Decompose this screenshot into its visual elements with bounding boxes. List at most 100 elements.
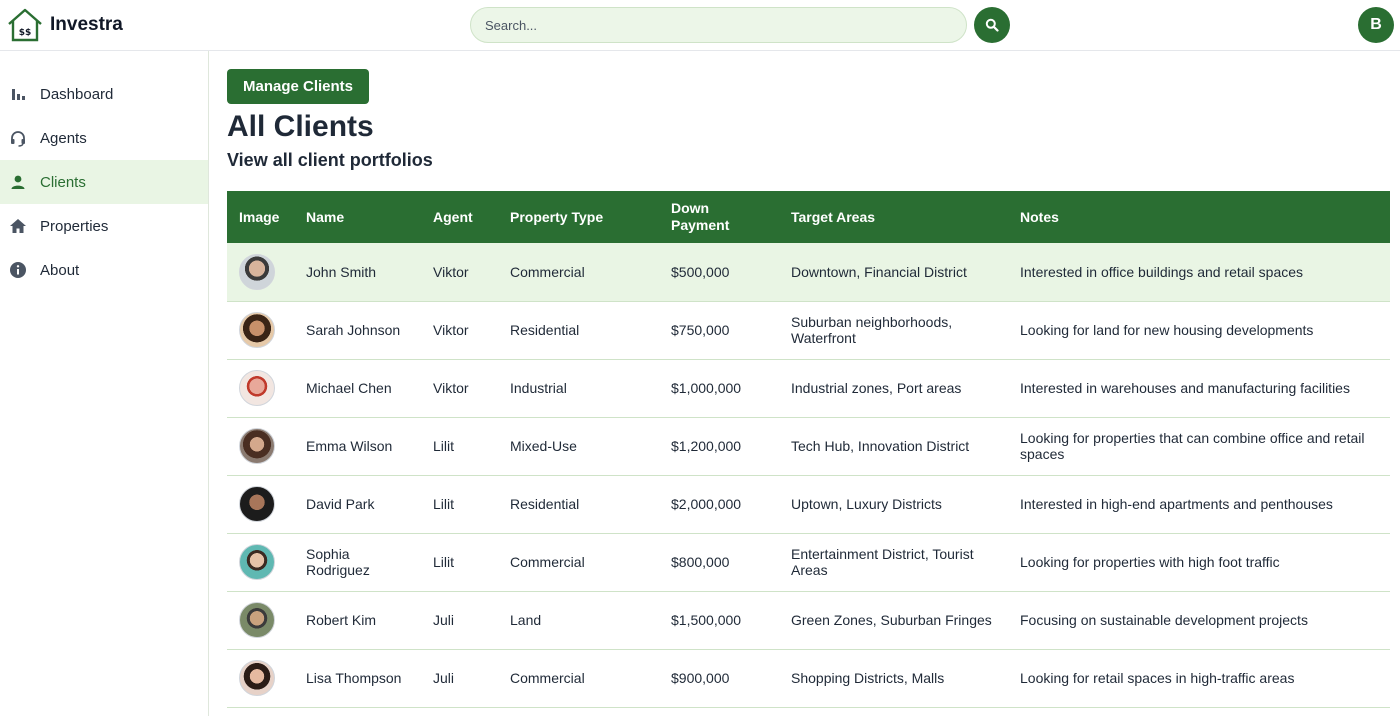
cell-image bbox=[227, 243, 294, 301]
column-header-property-type[interactable]: Property Type bbox=[498, 191, 659, 243]
sidebar-item-properties[interactable]: Properties bbox=[0, 204, 208, 248]
clients-table: Image Name Agent Property Type Down Paym… bbox=[227, 191, 1390, 708]
main-content: Manage Clients All Clients View all clie… bbox=[227, 69, 1390, 708]
sidebar-item-label: About bbox=[40, 261, 80, 279]
cell-notes: Interested in high-end apartments and pe… bbox=[1020, 496, 1333, 512]
cell-target-areas: Tech Hub, Innovation District bbox=[791, 438, 970, 454]
column-header-agent[interactable]: Agent bbox=[421, 191, 498, 243]
cell-agent: Viktor bbox=[433, 263, 469, 280]
cell-name: Emma Wilson bbox=[306, 438, 393, 454]
client-avatar bbox=[239, 660, 275, 696]
client-avatar bbox=[239, 486, 275, 522]
cell-notes: Interested in warehouses and manufacturi… bbox=[1020, 380, 1350, 396]
cell-target-areas: Uptown, Luxury Districts bbox=[791, 496, 942, 512]
client-avatar bbox=[239, 602, 275, 638]
column-header-notes[interactable]: Notes bbox=[1008, 191, 1390, 243]
client-avatar bbox=[239, 544, 275, 580]
table-row[interactable]: Robert Kim Juli Land $1,500,000 Green Zones,… bbox=[227, 591, 1390, 649]
sidebar: Dashboard Agents Clients Properties Abou… bbox=[0, 51, 209, 716]
cell-notes: Looking for properties with high foot tr… bbox=[1020, 554, 1280, 570]
cell-notes: Looking for properties that can combine … bbox=[1020, 430, 1365, 462]
client-avatar bbox=[239, 312, 275, 348]
cell-target-areas: Industrial zones, Port areas bbox=[791, 380, 962, 396]
cell-name: Robert Kim bbox=[306, 612, 377, 628]
house-logo-icon: $$ bbox=[8, 8, 42, 42]
column-header-image[interactable]: Image bbox=[227, 191, 294, 243]
cell-property-type: Industrial bbox=[510, 380, 567, 396]
cell-target-areas: Downtown, Financial District bbox=[791, 263, 967, 280]
cell-agent: Lilit bbox=[433, 554, 455, 570]
cell-image bbox=[227, 649, 294, 707]
cell-image bbox=[227, 475, 294, 533]
cell-down-payment: $800,000 bbox=[671, 554, 730, 570]
cell-down-payment: $1,200,000 bbox=[671, 438, 742, 454]
cell-image bbox=[227, 533, 294, 591]
sidebar-item-label: Clients bbox=[40, 173, 86, 191]
table-header-row: Image Name Agent Property Type Down Paym… bbox=[227, 191, 1390, 243]
cell-property-type: Commercial bbox=[510, 554, 585, 570]
cell-agent: Lilit bbox=[433, 438, 455, 454]
user-avatar[interactable]: B bbox=[1358, 7, 1394, 43]
cell-name: David Park bbox=[306, 496, 375, 512]
person-icon bbox=[9, 173, 27, 191]
sidebar-item-about[interactable]: About bbox=[0, 248, 208, 292]
table-row[interactable]: John Smith Viktor Commercial $500,000 Downto… bbox=[227, 243, 1390, 301]
table-row[interactable]: Sophia Rodriguez Lilit Commercial $800,000 E… bbox=[227, 533, 1390, 591]
sidebar-item-label: Dashboard bbox=[40, 85, 114, 103]
search-icon bbox=[985, 18, 999, 32]
column-header-target-areas[interactable]: Target Areas bbox=[779, 191, 1008, 243]
cell-agent: Juli bbox=[433, 612, 455, 628]
headset-icon bbox=[9, 129, 27, 147]
cell-notes: Interested in office buildings and retai… bbox=[1020, 263, 1304, 280]
svg-text:$$: $$ bbox=[19, 28, 32, 38]
app-name: Investra bbox=[50, 14, 123, 35]
cell-image bbox=[227, 301, 294, 359]
search-button[interactable] bbox=[974, 7, 1010, 43]
cell-target-areas: Entertainment District, Tourist Areas bbox=[791, 546, 974, 578]
sidebar-item-label: Agents bbox=[40, 129, 87, 147]
cell-property-type: Commercial bbox=[510, 263, 585, 280]
table-row[interactable]: Michael Chen Viktor Industrial $1,000,000 In… bbox=[227, 359, 1390, 417]
bar-chart-icon bbox=[9, 85, 27, 103]
manage-clients-button[interactable]: Manage Clients bbox=[227, 69, 370, 104]
column-header-name[interactable]: Name bbox=[294, 191, 421, 243]
cell-image bbox=[227, 359, 294, 417]
client-avatar bbox=[239, 253, 275, 290]
sidebar-item-label: Properties bbox=[40, 217, 109, 235]
cell-agent: Viktor bbox=[433, 322, 469, 338]
table-row[interactable]: David Park Lilit Residential $2,000,000 Upto… bbox=[227, 475, 1390, 533]
cell-target-areas: Suburban neighborhoods, Waterfront bbox=[791, 314, 953, 346]
cell-name: Lisa Thompson bbox=[306, 670, 402, 686]
cell-name: John Smith bbox=[306, 263, 377, 280]
sidebar-item-dashboard[interactable]: Dashboard bbox=[0, 72, 208, 116]
cell-name: Michael Chen bbox=[306, 380, 392, 396]
cell-target-areas: Shopping Districts, Malls bbox=[791, 670, 945, 686]
cell-image bbox=[227, 591, 294, 649]
page-subtitle: View all client portfolios bbox=[227, 150, 433, 170]
cell-property-type: Land bbox=[510, 612, 542, 628]
cell-down-payment: $750,000 bbox=[671, 322, 730, 338]
cell-down-payment: $2,000,000 bbox=[671, 496, 742, 512]
sidebar-item-clients[interactable]: Clients bbox=[0, 160, 208, 204]
table-row[interactable]: Emma Wilson Lilit Mixed-Use $1,200,000 Tech … bbox=[227, 417, 1390, 475]
cell-agent: Viktor bbox=[433, 380, 469, 396]
search-input[interactable] bbox=[470, 7, 967, 43]
column-header-label: Down Payment bbox=[671, 200, 730, 233]
info-icon bbox=[9, 261, 27, 279]
cell-name: Sarah Johnson bbox=[306, 322, 401, 338]
cell-notes: Looking for land for new housing develop… bbox=[1020, 322, 1314, 338]
table-row[interactable]: Sarah Johnson Viktor Residential $750,000 Su… bbox=[227, 301, 1390, 359]
brand[interactable]: $$ Investra bbox=[6, 6, 123, 44]
cell-image bbox=[227, 417, 294, 475]
cell-property-type: Mixed-Use bbox=[510, 438, 577, 454]
cell-property-type: Residential bbox=[510, 322, 580, 338]
cell-agent: Lilit bbox=[433, 496, 455, 512]
column-header-down-payment[interactable]: Down Payment bbox=[659, 191, 779, 243]
cell-notes: Focusing on sustainable development proj… bbox=[1020, 612, 1308, 628]
client-avatar bbox=[239, 428, 275, 464]
home-icon bbox=[9, 217, 27, 235]
page-title: All Clients bbox=[227, 110, 374, 143]
cell-down-payment: $500,000 bbox=[671, 263, 730, 280]
table-row[interactable]: Lisa Thompson Juli Commercial $900,000 Shopp… bbox=[227, 649, 1390, 707]
sidebar-item-agents[interactable]: Agents bbox=[0, 116, 208, 160]
